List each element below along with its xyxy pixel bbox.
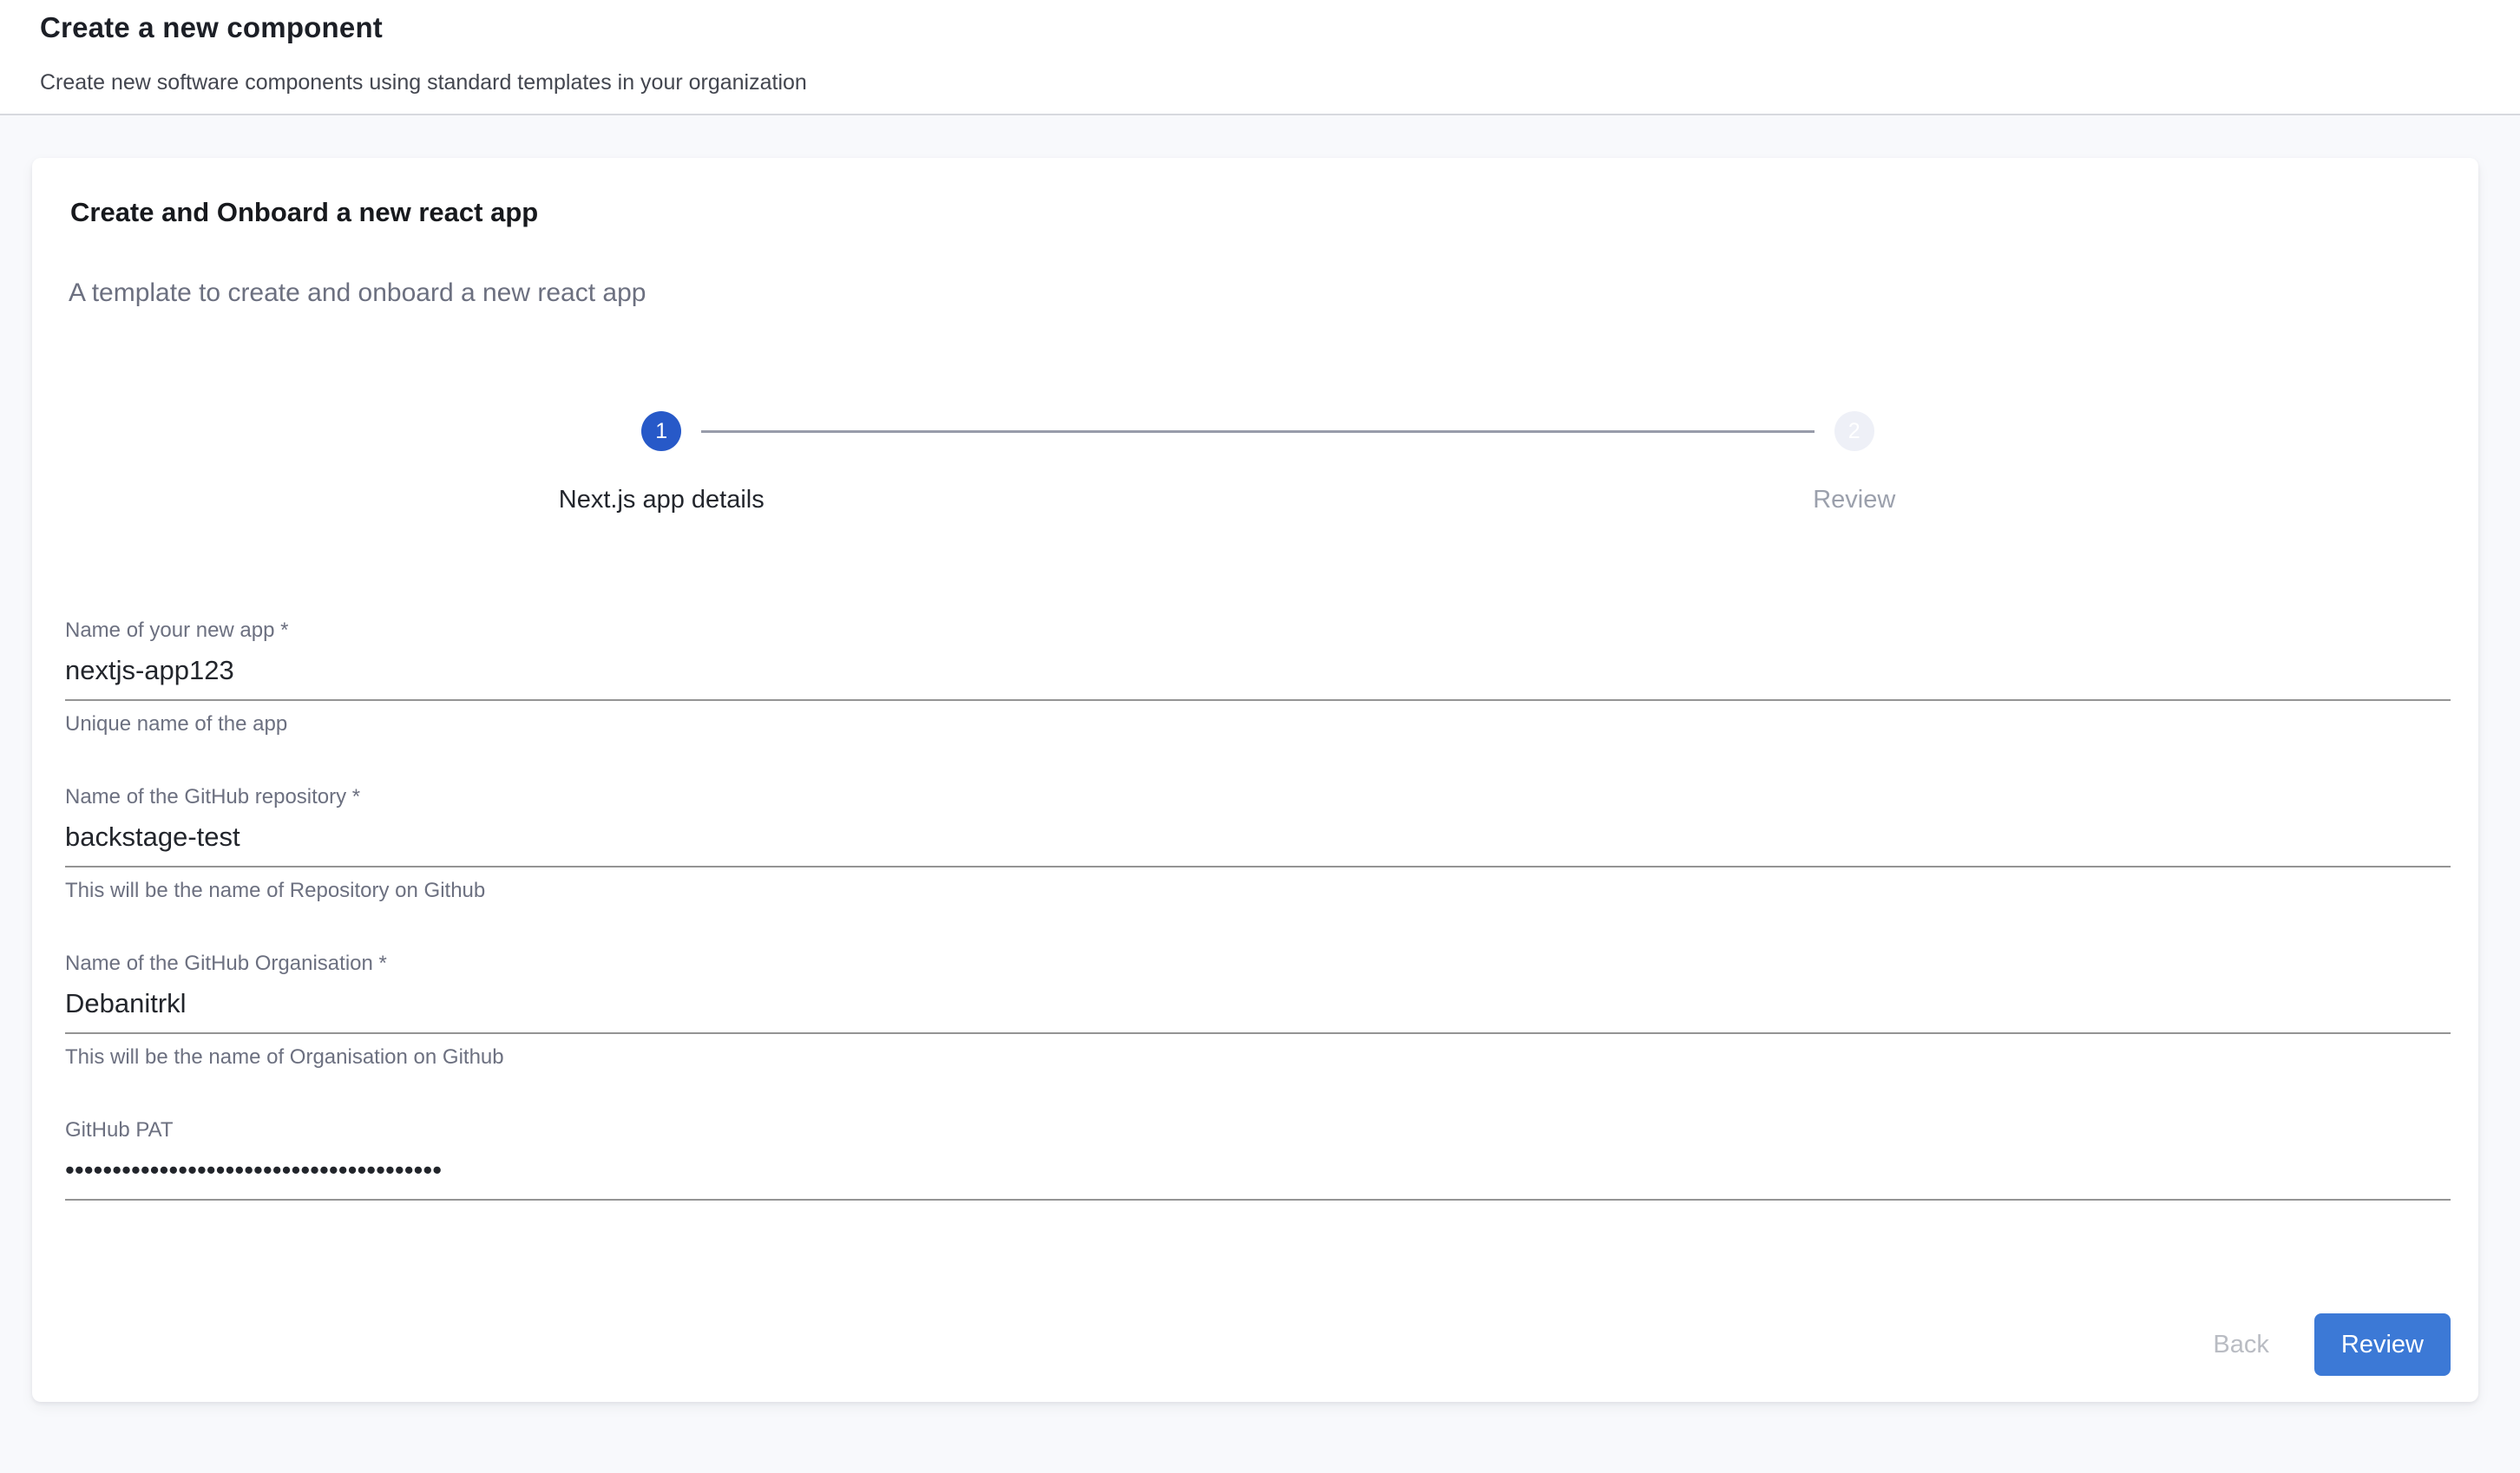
github-repository-input[interactable] — [65, 821, 2451, 867]
github-organisation-label: Name of the GitHub Organisation * — [65, 951, 2451, 977]
app-name-input[interactable] — [65, 654, 2451, 701]
app-name-label: Name of your new app * — [65, 618, 2451, 644]
step-2-label: Review — [1813, 484, 1895, 515]
page-header: Create a new component Create new softwa… — [0, 0, 2520, 115]
step-1-badge: 1 — [641, 411, 681, 451]
github-repository-helper: This will be the name of Repository on G… — [65, 878, 2451, 904]
form-actions: Back Review — [65, 1313, 2451, 1376]
stepper: 1 Next.js app details 2 Review — [65, 411, 2451, 515]
page-title: Create a new component — [40, 9, 2478, 47]
step-connector-line — [701, 430, 1815, 433]
github-organisation-input[interactable] — [65, 987, 2451, 1034]
step-nextjs-app-details[interactable]: 1 Next.js app details — [65, 411, 1258, 515]
content-area: Create and Onboard a new react app A tem… — [0, 115, 2520, 1402]
github-pat-label: GitHub PAT — [65, 1117, 2451, 1143]
field-github-pat: GitHub PAT — [65, 1117, 2451, 1201]
github-organisation-helper: This will be the name of Organisation on… — [65, 1044, 2451, 1070]
github-repository-label: Name of the GitHub repository * — [65, 784, 2451, 810]
step-2-badge: 2 — [1834, 411, 1874, 451]
card-title: Create and Onboard a new react app — [70, 196, 2451, 229]
github-pat-input[interactable] — [65, 1154, 2451, 1201]
step-review[interactable]: 2 Review — [1258, 411, 2451, 515]
field-github-repository: Name of the GitHub repository * This wil… — [65, 784, 2451, 904]
app-name-helper: Unique name of the app — [65, 711, 2451, 737]
template-card: Create and Onboard a new react app A tem… — [32, 158, 2478, 1402]
review-button[interactable]: Review — [2314, 1313, 2451, 1376]
template-form: Name of your new app * Unique name of th… — [65, 618, 2451, 1201]
back-button[interactable]: Back — [2187, 1313, 2294, 1376]
step-1-label: Next.js app details — [559, 484, 765, 515]
field-github-organisation: Name of the GitHub Organisation * This w… — [65, 951, 2451, 1070]
field-app-name: Name of your new app * Unique name of th… — [65, 618, 2451, 737]
card-subtitle: A template to create and onboard a new r… — [69, 278, 2451, 309]
page-subtitle: Create new software components using sta… — [40, 69, 2478, 95]
